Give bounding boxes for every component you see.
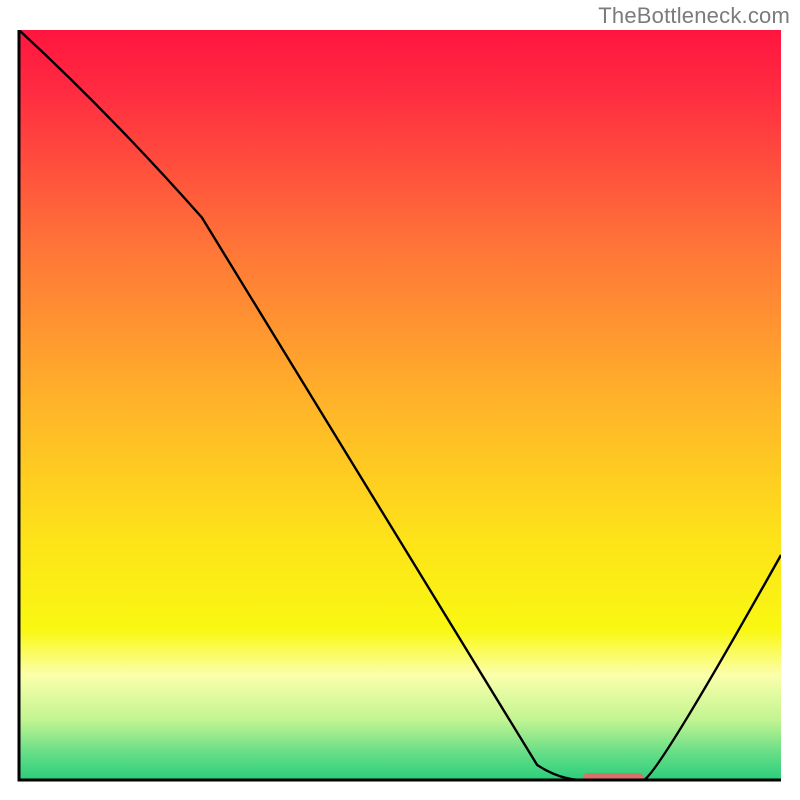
chart-stage: TheBottleneck.com [0, 0, 800, 800]
bottleneck-chart [0, 0, 800, 800]
watermark-text: TheBottleneck.com [598, 3, 790, 29]
